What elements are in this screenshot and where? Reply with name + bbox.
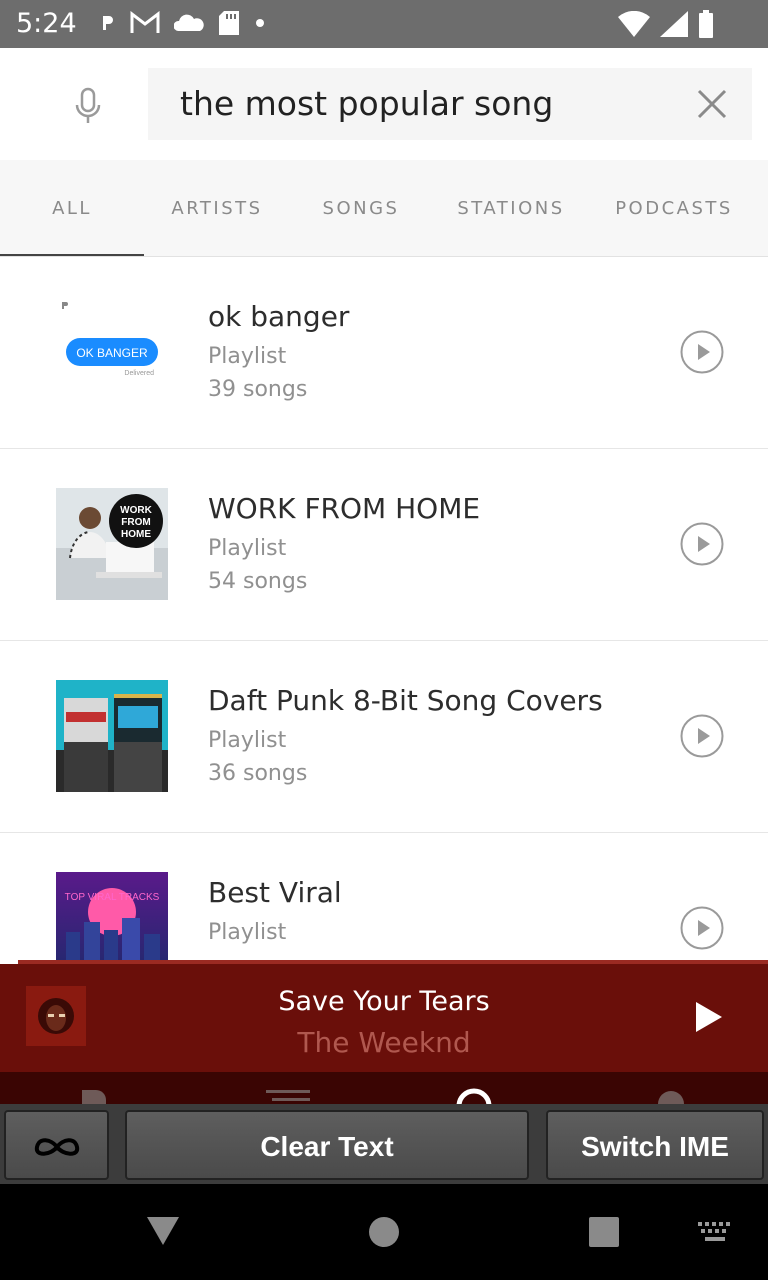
result-title: Best Viral bbox=[208, 876, 342, 909]
account-tab-icon[interactable] bbox=[656, 1088, 686, 1104]
sd-card-icon bbox=[219, 11, 239, 35]
result-type: Playlist bbox=[208, 728, 287, 753]
playback-progress-bar bbox=[18, 960, 768, 964]
svg-text:WORK: WORK bbox=[120, 505, 152, 516]
now-playing-title: Save Your Tears bbox=[278, 986, 490, 1017]
mini-player[interactable]: Save Your Tears The Weeknd bbox=[0, 960, 768, 1072]
search-header: the most popular song bbox=[0, 48, 768, 160]
result-title: WORK FROM HOME bbox=[208, 492, 481, 525]
svg-text:FROM: FROM bbox=[121, 517, 150, 528]
result-song-count: 36 songs bbox=[208, 761, 308, 786]
playlist-art-ok-banger: OK BANGER Delivered bbox=[56, 296, 168, 408]
play-circle-icon[interactable] bbox=[680, 330, 724, 374]
recents-icon[interactable] bbox=[588, 1216, 620, 1248]
filter-tabs: ALL ARTISTS SONGS STATIONS PODCASTS bbox=[0, 160, 768, 257]
result-title: Daft Punk 8-Bit Song Covers bbox=[208, 684, 603, 717]
cloud-car-icon bbox=[174, 14, 204, 31]
search-query-text[interactable]: the most popular song bbox=[180, 84, 553, 123]
art-label-delivered: Delivered bbox=[124, 370, 154, 377]
clear-search-icon[interactable] bbox=[696, 88, 728, 120]
profile-tab-icon[interactable] bbox=[80, 1088, 116, 1104]
result-type: Playlist bbox=[208, 920, 287, 945]
play-circle-icon[interactable] bbox=[680, 906, 724, 950]
dot-icon bbox=[256, 19, 264, 27]
play-circle-icon[interactable] bbox=[680, 714, 724, 758]
tab-stations[interactable]: STATIONS bbox=[432, 160, 590, 256]
ime-helper-bar: Clear Text Switch IME bbox=[0, 1104, 768, 1184]
status-bar: 5:24 bbox=[0, 0, 768, 48]
result-song-count: 39 songs bbox=[208, 377, 308, 402]
browse-tab-icon[interactable] bbox=[266, 1090, 310, 1104]
tab-songs[interactable]: SONGS bbox=[290, 160, 432, 256]
home-icon[interactable] bbox=[368, 1216, 400, 1248]
battery-icon bbox=[699, 10, 713, 38]
notification-icons bbox=[100, 10, 266, 36]
result-row-ok-banger[interactable]: OK BANGER Delivered ok banger Playlist 3… bbox=[0, 256, 768, 449]
pandora-notification-icon bbox=[103, 16, 113, 30]
result-row-work-from-home[interactable]: WORK FROM HOME WORK FROM HOME Playlist 5… bbox=[0, 448, 768, 641]
playlist-art-work-from-home: WORK FROM HOME bbox=[56, 488, 168, 600]
clear-text-button[interactable]: Clear Text bbox=[125, 1110, 529, 1180]
wifi-icon bbox=[618, 11, 650, 37]
switch-ime-button[interactable]: Switch IME bbox=[546, 1110, 764, 1180]
result-song-count: 54 songs bbox=[208, 569, 308, 594]
svg-text:HOME: HOME bbox=[121, 529, 151, 540]
result-row-best-viral[interactable]: TOP VIRAL TRACKS Best Viral Playlist bbox=[0, 832, 768, 964]
back-icon[interactable] bbox=[146, 1216, 180, 1246]
play-circle-icon[interactable] bbox=[680, 522, 724, 566]
search-results-list[interactable]: OK BANGER Delivered ok banger Playlist 3… bbox=[0, 256, 768, 964]
playlist-art-daft-punk bbox=[56, 680, 168, 792]
bottom-navigation bbox=[0, 1072, 768, 1104]
art-label-top-viral: TOP VIRAL TRACKS bbox=[65, 892, 160, 903]
system-status-icons bbox=[618, 10, 714, 38]
tab-all[interactable]: ALL bbox=[0, 160, 144, 256]
microphone-icon[interactable] bbox=[72, 86, 104, 126]
search-input[interactable]: the most popular song bbox=[148, 68, 752, 140]
keyboard-icon[interactable] bbox=[698, 1222, 732, 1244]
result-row-daft-punk[interactable]: Daft Punk 8-Bit Song Covers Playlist 36 … bbox=[0, 640, 768, 833]
result-type: Playlist bbox=[208, 536, 287, 561]
tab-artists[interactable]: ARTISTS bbox=[144, 160, 290, 256]
search-tab-icon[interactable] bbox=[454, 1086, 494, 1104]
result-title: ok banger bbox=[208, 300, 350, 333]
infinity-button[interactable] bbox=[4, 1110, 109, 1180]
gmail-icon bbox=[130, 11, 160, 33]
playlist-art-best-viral: TOP VIRAL TRACKS bbox=[56, 872, 168, 964]
infinity-icon bbox=[34, 1138, 79, 1156]
art-label-ok-banger: OK BANGER bbox=[76, 346, 148, 360]
system-navigation-bar bbox=[0, 1184, 768, 1280]
signal-icon bbox=[660, 11, 688, 37]
tab-podcasts[interactable]: PODCASTS bbox=[590, 160, 758, 256]
play-icon[interactable] bbox=[694, 1000, 724, 1034]
now-playing-artist: The Weeknd bbox=[297, 1026, 471, 1059]
result-type: Playlist bbox=[208, 344, 287, 369]
status-time: 5:24 bbox=[16, 8, 77, 39]
